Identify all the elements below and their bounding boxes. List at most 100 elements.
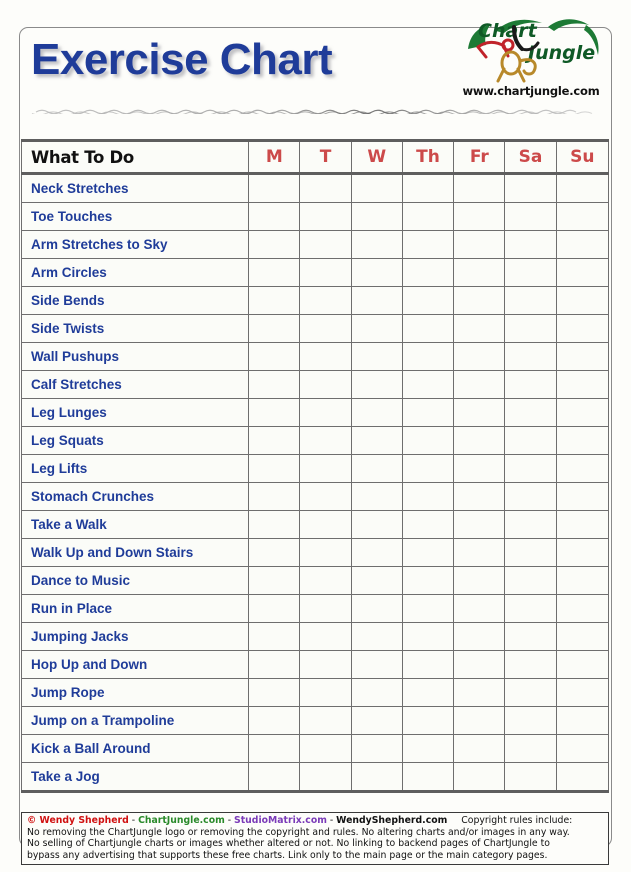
checkbox-cell-wednesday[interactable] — [350, 314, 403, 343]
checkbox-cell-monday[interactable] — [248, 173, 301, 203]
checkbox-cell-friday[interactable] — [453, 398, 506, 427]
checkbox-cell-saturday[interactable] — [504, 622, 557, 651]
checkbox-cell-thursday[interactable] — [401, 202, 455, 231]
checkbox-cell-sunday[interactable] — [555, 566, 610, 595]
checkbox-cell-wednesday[interactable] — [350, 482, 403, 511]
checkbox-cell-wednesday[interactable] — [350, 426, 403, 455]
checkbox-cell-thursday[interactable] — [401, 678, 455, 707]
checkbox-cell-sunday[interactable] — [555, 286, 610, 315]
checkbox-cell-tuesday[interactable] — [299, 482, 352, 511]
link-wendyshepherd[interactable]: WendyShepherd.com — [336, 815, 447, 826]
checkbox-cell-friday[interactable] — [453, 286, 506, 315]
checkbox-cell-monday[interactable] — [248, 230, 301, 259]
checkbox-cell-thursday[interactable] — [401, 762, 455, 793]
checkbox-cell-monday[interactable] — [248, 202, 301, 231]
checkbox-cell-friday[interactable] — [453, 426, 506, 455]
checkbox-cell-tuesday[interactable] — [299, 566, 352, 595]
checkbox-cell-saturday[interactable] — [504, 398, 557, 427]
checkbox-cell-tuesday[interactable] — [299, 706, 352, 735]
checkbox-cell-friday[interactable] — [453, 706, 506, 735]
checkbox-cell-wednesday[interactable] — [350, 762, 403, 793]
link-studiomatrix[interactable]: StudioMatrix.com — [234, 815, 327, 826]
checkbox-cell-monday[interactable] — [248, 482, 301, 511]
checkbox-cell-sunday[interactable] — [555, 202, 610, 231]
checkbox-cell-tuesday[interactable] — [299, 286, 352, 315]
checkbox-cell-sunday[interactable] — [555, 230, 610, 259]
checkbox-cell-thursday[interactable] — [401, 370, 455, 399]
checkbox-cell-wednesday[interactable] — [350, 706, 403, 735]
checkbox-cell-friday[interactable] — [453, 510, 506, 539]
checkbox-cell-thursday[interactable] — [401, 454, 455, 483]
checkbox-cell-thursday[interactable] — [401, 314, 455, 343]
checkbox-cell-wednesday[interactable] — [350, 202, 403, 231]
checkbox-cell-wednesday[interactable] — [350, 510, 403, 539]
checkbox-cell-friday[interactable] — [453, 173, 506, 203]
checkbox-cell-sunday[interactable] — [555, 650, 610, 679]
checkbox-cell-monday[interactable] — [248, 762, 301, 793]
checkbox-cell-friday[interactable] — [453, 762, 506, 793]
checkbox-cell-sunday[interactable] — [555, 454, 610, 483]
checkbox-cell-thursday[interactable] — [401, 594, 455, 623]
checkbox-cell-tuesday[interactable] — [299, 454, 352, 483]
checkbox-cell-sunday[interactable] — [555, 510, 610, 539]
checkbox-cell-wednesday[interactable] — [350, 286, 403, 315]
checkbox-cell-saturday[interactable] — [504, 678, 557, 707]
checkbox-cell-wednesday[interactable] — [350, 370, 403, 399]
checkbox-cell-saturday[interactable] — [504, 286, 557, 315]
checkbox-cell-sunday[interactable] — [555, 622, 610, 651]
checkbox-cell-friday[interactable] — [453, 454, 506, 483]
checkbox-cell-saturday[interactable] — [504, 566, 557, 595]
checkbox-cell-monday[interactable] — [248, 678, 301, 707]
checkbox-cell-tuesday[interactable] — [299, 594, 352, 623]
checkbox-cell-tuesday[interactable] — [299, 426, 352, 455]
checkbox-cell-thursday[interactable] — [401, 622, 455, 651]
checkbox-cell-sunday[interactable] — [555, 734, 610, 763]
checkbox-cell-sunday[interactable] — [555, 398, 610, 427]
checkbox-cell-friday[interactable] — [453, 482, 506, 511]
checkbox-cell-thursday[interactable] — [401, 258, 455, 287]
checkbox-cell-wednesday[interactable] — [350, 398, 403, 427]
checkbox-cell-monday[interactable] — [248, 734, 301, 763]
checkbox-cell-sunday[interactable] — [555, 706, 610, 735]
checkbox-cell-sunday[interactable] — [555, 426, 610, 455]
checkbox-cell-saturday[interactable] — [504, 762, 557, 793]
checkbox-cell-monday[interactable] — [248, 286, 301, 315]
checkbox-cell-tuesday[interactable] — [299, 762, 352, 793]
checkbox-cell-monday[interactable] — [248, 510, 301, 539]
checkbox-cell-saturday[interactable] — [504, 538, 557, 567]
checkbox-cell-saturday[interactable] — [504, 594, 557, 623]
checkbox-cell-sunday[interactable] — [555, 678, 610, 707]
checkbox-cell-thursday[interactable] — [401, 342, 455, 371]
checkbox-cell-wednesday[interactable] — [350, 734, 403, 763]
checkbox-cell-saturday[interactable] — [504, 650, 557, 679]
checkbox-cell-sunday[interactable] — [555, 314, 610, 343]
checkbox-cell-saturday[interactable] — [504, 426, 557, 455]
checkbox-cell-thursday[interactable] — [401, 538, 455, 567]
checkbox-cell-wednesday[interactable] — [350, 566, 403, 595]
checkbox-cell-friday[interactable] — [453, 314, 506, 343]
checkbox-cell-saturday[interactable] — [504, 173, 557, 203]
checkbox-cell-monday[interactable] — [248, 622, 301, 651]
checkbox-cell-tuesday[interactable] — [299, 230, 352, 259]
checkbox-cell-wednesday[interactable] — [350, 342, 403, 371]
checkbox-cell-wednesday[interactable] — [350, 594, 403, 623]
checkbox-cell-wednesday[interactable] — [350, 622, 403, 651]
checkbox-cell-thursday[interactable] — [401, 286, 455, 315]
checkbox-cell-monday[interactable] — [248, 706, 301, 735]
checkbox-cell-monday[interactable] — [248, 314, 301, 343]
checkbox-cell-sunday[interactable] — [555, 482, 610, 511]
checkbox-cell-tuesday[interactable] — [299, 622, 352, 651]
checkbox-cell-thursday[interactable] — [401, 230, 455, 259]
checkbox-cell-friday[interactable] — [453, 678, 506, 707]
checkbox-cell-tuesday[interactable] — [299, 202, 352, 231]
checkbox-cell-sunday[interactable] — [555, 762, 610, 793]
checkbox-cell-thursday[interactable] — [401, 734, 455, 763]
checkbox-cell-sunday[interactable] — [555, 258, 610, 287]
checkbox-cell-friday[interactable] — [453, 594, 506, 623]
checkbox-cell-monday[interactable] — [248, 258, 301, 287]
checkbox-cell-friday[interactable] — [453, 342, 506, 371]
checkbox-cell-thursday[interactable] — [401, 482, 455, 511]
checkbox-cell-friday[interactable] — [453, 538, 506, 567]
checkbox-cell-thursday[interactable] — [401, 650, 455, 679]
checkbox-cell-friday[interactable] — [453, 258, 506, 287]
